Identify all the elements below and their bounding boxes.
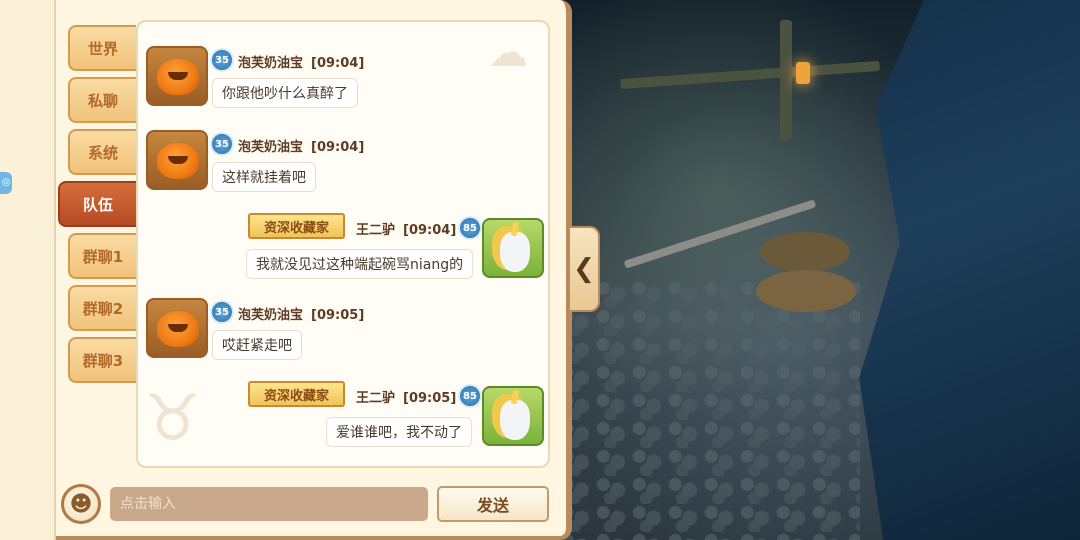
panel-spine — [0, 0, 56, 540]
sender-name[interactable]: 王二驴 — [356, 391, 395, 406]
pumpkin-avatar[interactable] — [146, 46, 208, 106]
sender-name[interactable]: 王二驴 — [356, 223, 395, 238]
ghost-watermark-icon: ☁ — [488, 30, 528, 76]
channel-tabs: 世界 私聊 系统 队伍 群聊1 群聊2 群聊3 — [58, 25, 136, 389]
cow-watermark-icon: ♉ — [144, 382, 202, 456]
tab-group-2[interactable]: 群聊2 — [68, 285, 136, 331]
sender-name[interactable]: 泡芙奶油宝 — [238, 140, 303, 155]
smiley-face-icon[interactable]: ☻ — [61, 484, 101, 524]
message-bubble: 我就没见过这种端起碗骂niang的 — [246, 249, 474, 279]
sender-line: 泡芙奶油宝 [09:04] — [238, 52, 364, 71]
sender-line: 王二驴 [09:04] — [356, 219, 456, 238]
chat-panel: ◎ 世界 私聊 系统 队伍 群聊1 群聊2 群聊3 ☁ ♉ 35 泡芙奶油宝 [0… — [0, 0, 572, 540]
message-bubble: 哎赶紧走吧 — [212, 330, 302, 360]
level-badge: 85 — [458, 216, 482, 240]
tab-group-1[interactable]: 群聊1 — [68, 233, 136, 279]
mine-beam — [619, 60, 881, 90]
send-button[interactable]: 发送 — [437, 486, 549, 522]
tree-stump — [756, 270, 856, 312]
sender-name[interactable]: 泡芙奶油宝 — [238, 308, 303, 323]
chat-message-list[interactable]: ☁ ♉ 35 泡芙奶油宝 [09:04] 你跟他吵什么真醉了 35 泡芙奶油宝 [0… — [136, 20, 550, 468]
level-badge: 35 — [210, 48, 234, 72]
pumpkin-avatar[interactable] — [146, 130, 208, 190]
timestamp: [09:04] — [311, 56, 365, 71]
tab-private[interactable]: 私聊 — [68, 77, 136, 123]
tab-world[interactable]: 世界 — [68, 25, 136, 71]
wooden-post — [780, 20, 792, 140]
timestamp: [09:04] — [403, 223, 457, 238]
level-badge: 35 — [210, 132, 234, 156]
sender-name[interactable]: 泡芙奶油宝 — [238, 56, 303, 71]
sender-line: 泡芙奶油宝 [09:04] — [238, 136, 364, 155]
sender-line: 泡芙奶油宝 [09:05] — [238, 304, 364, 323]
rock-wall — [859, 0, 1080, 540]
tab-system[interactable]: 系统 — [68, 129, 136, 175]
unicorn-avatar[interactable] — [482, 386, 544, 446]
tab-team[interactable]: 队伍 — [58, 181, 136, 227]
chat-input[interactable] — [110, 487, 428, 521]
chevron-left-icon: ❮ — [573, 254, 595, 284]
tree-stump — [760, 232, 850, 272]
timestamp: [09:05] — [311, 308, 365, 323]
pumpkin-avatar[interactable] — [146, 298, 208, 358]
message-bubble: 爱谁谁吧，我不动了 — [326, 417, 472, 447]
level-badge: 85 — [458, 384, 482, 408]
tab-group-3[interactable]: 群聊3 — [68, 337, 136, 383]
message-bubble: 这样就挂着吧 — [212, 162, 316, 192]
title-badge: 资深收藏家 — [248, 381, 346, 407]
cobblestone-ground — [560, 280, 860, 540]
unicorn-avatar[interactable] — [482, 218, 544, 278]
timestamp: [09:04] — [311, 140, 365, 155]
title-badge: 资深收藏家 — [248, 213, 346, 239]
message-bubble: 你跟他吵什么真醉了 — [212, 78, 358, 108]
level-badge: 35 — [210, 300, 234, 324]
timestamp: [09:05] — [403, 391, 457, 406]
game-scene — [560, 0, 1080, 540]
collapse-panel-button[interactable]: ❮ — [570, 226, 600, 312]
sender-line: 王二驴 [09:05] — [356, 387, 456, 406]
lantern-icon — [796, 62, 810, 84]
side-notification-icon[interactable]: ◎ — [0, 172, 12, 194]
